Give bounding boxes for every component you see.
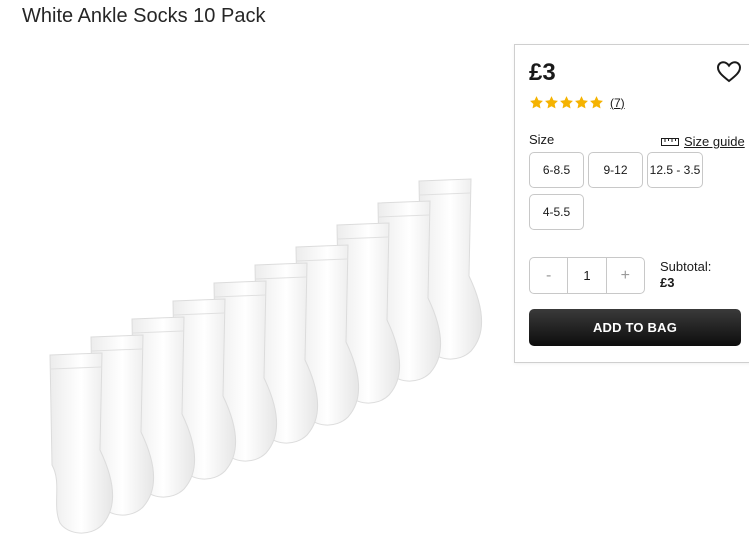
subtotal: Subtotal: £3	[660, 259, 711, 291]
subtotal-value: £3	[660, 275, 675, 290]
product-image	[49, 178, 483, 534]
ruler-icon	[661, 137, 679, 146]
size-guide-link[interactable]: Size guide	[661, 134, 745, 149]
purchase-panel: £3 (7) Size Size guide 6-8.5 9-12 12.5 -…	[514, 44, 749, 363]
size-option-6-8-5[interactable]: 6-8.5	[529, 152, 584, 188]
rating: (7)	[529, 95, 625, 110]
quantity-increase-button[interactable]: +	[607, 258, 644, 293]
size-option-4-5-5[interactable]: 4-5.5	[529, 194, 584, 230]
quantity-decrease-button[interactable]: -	[530, 258, 567, 293]
product-title: White Ankle Socks 10 Pack	[22, 5, 266, 27]
size-option-9-12[interactable]: 9-12	[588, 152, 643, 188]
star-icon	[560, 96, 573, 109]
size-guide-label: Size guide	[684, 134, 745, 149]
quantity-value[interactable]: 1	[567, 258, 607, 293]
review-count-link[interactable]: (7)	[610, 96, 625, 110]
star-icon	[545, 96, 558, 109]
subtotal-label: Subtotal:	[660, 259, 712, 274]
star-icon	[575, 96, 588, 109]
rating-stars	[529, 95, 604, 110]
star-icon	[530, 96, 543, 109]
size-label: Size	[529, 132, 555, 147]
heart-outline-icon[interactable]	[716, 60, 742, 84]
quantity-stepper: - 1 +	[529, 257, 645, 294]
star-icon	[590, 96, 603, 109]
add-to-bag-button[interactable]: ADD TO BAG	[529, 309, 741, 346]
price: £3	[529, 59, 556, 86]
size-option-12-5-3-5[interactable]: 12.5 - 3.5	[647, 152, 703, 188]
